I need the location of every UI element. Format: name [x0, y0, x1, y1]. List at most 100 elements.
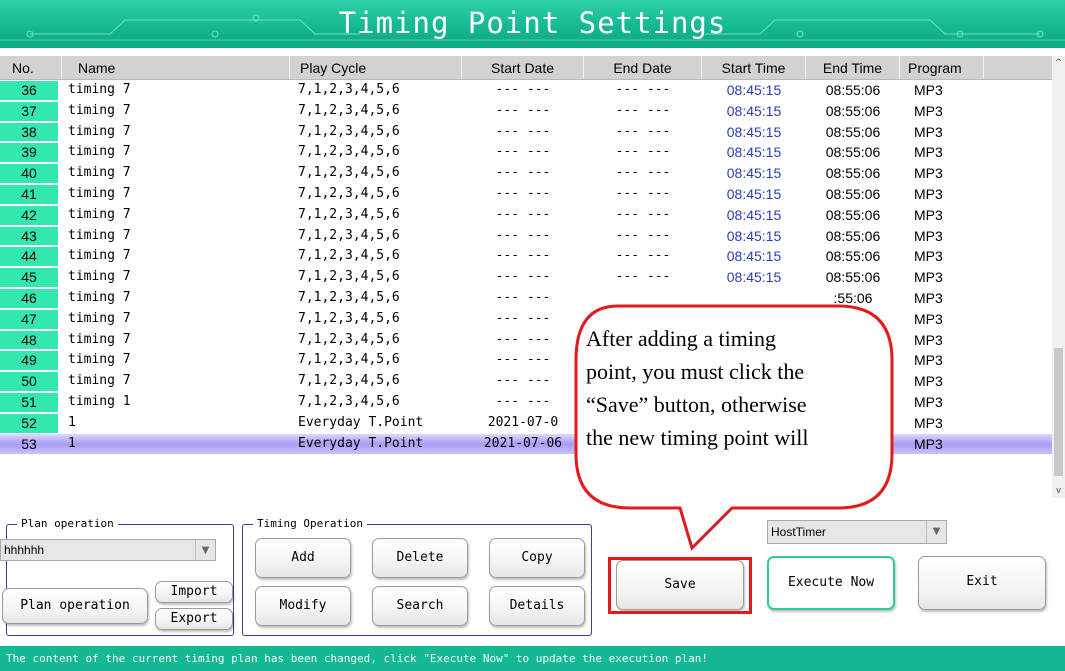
row-end-date: --- --- — [615, 82, 671, 97]
column-header-start-time[interactable]: Start Time — [702, 56, 806, 79]
callout-line: the new timing point will — [586, 425, 809, 450]
column-header-name[interactable]: Name — [62, 56, 290, 79]
export-button[interactable]: Export — [155, 608, 233, 630]
table-row[interactable]: 43 timing 7 7,1,2,3,4,5,6 --- --- --- --- 08:… — [0, 226, 1052, 247]
row-number: 48 — [0, 330, 62, 351]
row-number: 39 — [0, 142, 62, 163]
row-start-date: --- --- — [495, 185, 551, 201]
table-row[interactable]: 37 timing 7 7,1,2,3,4,5,6 --- --- --- --- 08:… — [0, 101, 1052, 122]
status-bar: The content of the current timing plan h… — [0, 646, 1065, 671]
callout-line: point, you must click the — [586, 359, 805, 384]
row-end-time: :55:06 — [833, 289, 873, 306]
table-row[interactable]: 38 timing 7 7,1,2,3,4,5,6 --- --- --- --- 08:… — [0, 122, 1052, 143]
row-end-time: 08:55:06 — [825, 165, 881, 182]
table-row[interactable]: 49 timing 7 7,1,2,3,4,5,6 --- ---:55:06 MP3 — [0, 350, 1052, 371]
row-start-time: 08:45:15 — [726, 165, 782, 182]
table-row[interactable]: 41 timing 7 7,1,2,3,4,5,6 --- --- --- --- 08:… — [0, 184, 1052, 205]
row-end-date: --- --- — [615, 269, 671, 285]
table-row[interactable]: 39 timing 7 7,1,2,3,4,5,6 --- --- --- --- 08:… — [0, 142, 1052, 163]
row-start-time: 08:45:15 — [726, 248, 782, 265]
row-start-date: --- --- — [495, 206, 551, 222]
column-header-play-cycle[interactable]: Play Cycle — [290, 56, 462, 79]
table-header: No. Name Play Cycle Start Date End Date … — [0, 56, 1052, 80]
scrollbar-thumb[interactable] — [1054, 348, 1063, 476]
row-number: 49 — [0, 350, 62, 371]
column-header-end-date[interactable]: End Date — [584, 56, 702, 79]
row-program: MP3 — [914, 435, 943, 452]
row-name: timing 7 — [68, 165, 131, 181]
row-start-date: --- --- — [495, 393, 551, 409]
scroll-up-icon[interactable]: ^ — [1052, 56, 1065, 70]
row-play-cycle: 7,1,2,3,4,5,6 — [298, 310, 400, 326]
modify-button-label: Modify — [279, 598, 327, 613]
row-start-time: 08:45:15 — [726, 123, 782, 140]
row-end-time: 08:55:06 — [825, 123, 881, 140]
table-row[interactable]: 50 timing 7 7,1,2,3,4,5,6 --- ---:55:06 MP3 — [0, 371, 1052, 392]
table-row[interactable]: 40 timing 7 7,1,2,3,4,5,6 --- --- --- --- 08:… — [0, 163, 1052, 184]
row-name: 1 — [68, 435, 76, 451]
column-header-program[interactable]: Program — [900, 56, 984, 79]
row-play-cycle: 7,1,2,3,4,5,6 — [298, 289, 400, 305]
row-play-cycle: 7,1,2,3,4,5,6 — [298, 227, 400, 243]
row-number-badge: 51 — [0, 392, 58, 412]
row-name: timing 7 — [68, 269, 131, 285]
table-row[interactable]: 48 timing 7 7,1,2,3,4,5,6 --- ---:55:06 MP3 — [0, 330, 1052, 351]
row-program: MP3 — [914, 393, 943, 410]
table-row[interactable]: 36 timing 7 7,1,2,3,4,5,6 --- --- --- --- 08:… — [0, 80, 1052, 101]
timer-select[interactable]: HostTimer ▼ — [767, 520, 947, 544]
row-end-date: --- --- — [615, 248, 671, 264]
table-row[interactable]: 51 timing 1 7,1,2,3,4,5,6 --- ---:06:01 MP3 — [0, 392, 1052, 413]
row-play-cycle: 7,1,2,3,4,5,6 — [298, 185, 400, 201]
row-end-date: --- --- — [615, 227, 671, 243]
timing-point-table: No. Name Play Cycle Start Date End Date … — [0, 56, 1052, 498]
row-program: MP3 — [914, 82, 943, 98]
row-number: 42 — [0, 205, 62, 226]
table-row[interactable]: 47 timing 7 7,1,2,3,4,5,6 --- ---:55:06 MP3 — [0, 309, 1052, 330]
column-header-end-time[interactable]: End Time — [806, 56, 900, 79]
row-number-badge: 36 — [0, 81, 58, 100]
table-row[interactable]: 46 timing 7 7,1,2,3,4,5,6 --- ---:55:06 MP3 — [0, 288, 1052, 309]
row-end-time: 08:55:06 — [825, 185, 881, 202]
modify-button[interactable]: Modify — [255, 586, 351, 626]
row-start-time — [702, 288, 806, 309]
row-number-badge: 46 — [0, 288, 58, 308]
delete-button[interactable]: Delete — [372, 538, 468, 578]
row-program: MP3 — [914, 331, 943, 348]
callout-line: After adding a timing — [586, 326, 777, 351]
execute-now-button[interactable]: Execute Now — [767, 556, 895, 610]
row-name: timing 1 — [68, 393, 131, 409]
exit-button[interactable]: Exit — [918, 556, 1046, 610]
row-start-date: 2021-07-0 — [487, 414, 559, 430]
row-program: MP3 — [914, 185, 943, 202]
table-scrollbar[interactable]: ^ v — [1052, 56, 1065, 498]
scroll-down-icon[interactable]: v — [1052, 484, 1065, 498]
table-row[interactable]: 53 1 Everyday T.Point 2021-07-06:46:56 MP3 — [0, 433, 1052, 455]
row-end-time: 08:55:06 — [825, 102, 881, 119]
plan-select[interactable]: hhhhhh ▼ — [0, 539, 216, 561]
row-number-badge: 38 — [0, 122, 58, 142]
copy-button-label: Copy — [521, 550, 553, 565]
plan-operation-button[interactable]: Plan operation — [2, 588, 148, 624]
chevron-down-icon: ▼ — [926, 521, 946, 543]
row-number: 40 — [0, 163, 62, 184]
row-start-date: --- --- — [495, 102, 551, 118]
row-number-badge: 42 — [0, 205, 58, 225]
table-row[interactable]: 42 timing 7 7,1,2,3,4,5,6 --- --- --- --- 08:… — [0, 205, 1052, 226]
row-number: 37 — [0, 101, 62, 122]
copy-button[interactable]: Copy — [489, 538, 585, 578]
row-play-cycle: 7,1,2,3,4,5,6 — [298, 102, 400, 118]
row-name: timing 7 — [68, 248, 131, 264]
row-program: MP3 — [914, 248, 943, 265]
row-number: 41 — [0, 184, 62, 205]
add-button[interactable]: Add — [255, 538, 351, 578]
row-number-badge: 53 — [21, 435, 37, 452]
column-header-start-date[interactable]: Start Date — [462, 56, 584, 79]
row-name: timing 7 — [68, 123, 131, 139]
column-header-no[interactable]: No. — [0, 56, 62, 79]
table-row[interactable]: 52 1 Everyday T.Point 2021-07-0:46:56 MP3 — [0, 413, 1052, 434]
search-button[interactable]: Search — [372, 586, 468, 626]
import-button[interactable]: Import — [155, 581, 233, 603]
table-row[interactable]: 44 timing 7 7,1,2,3,4,5,6 --- --- --- --- 08:… — [0, 246, 1052, 267]
details-button[interactable]: Details — [489, 586, 585, 626]
table-row[interactable]: 45 timing 7 7,1,2,3,4,5,6 --- --- --- --- 08:… — [0, 267, 1052, 288]
